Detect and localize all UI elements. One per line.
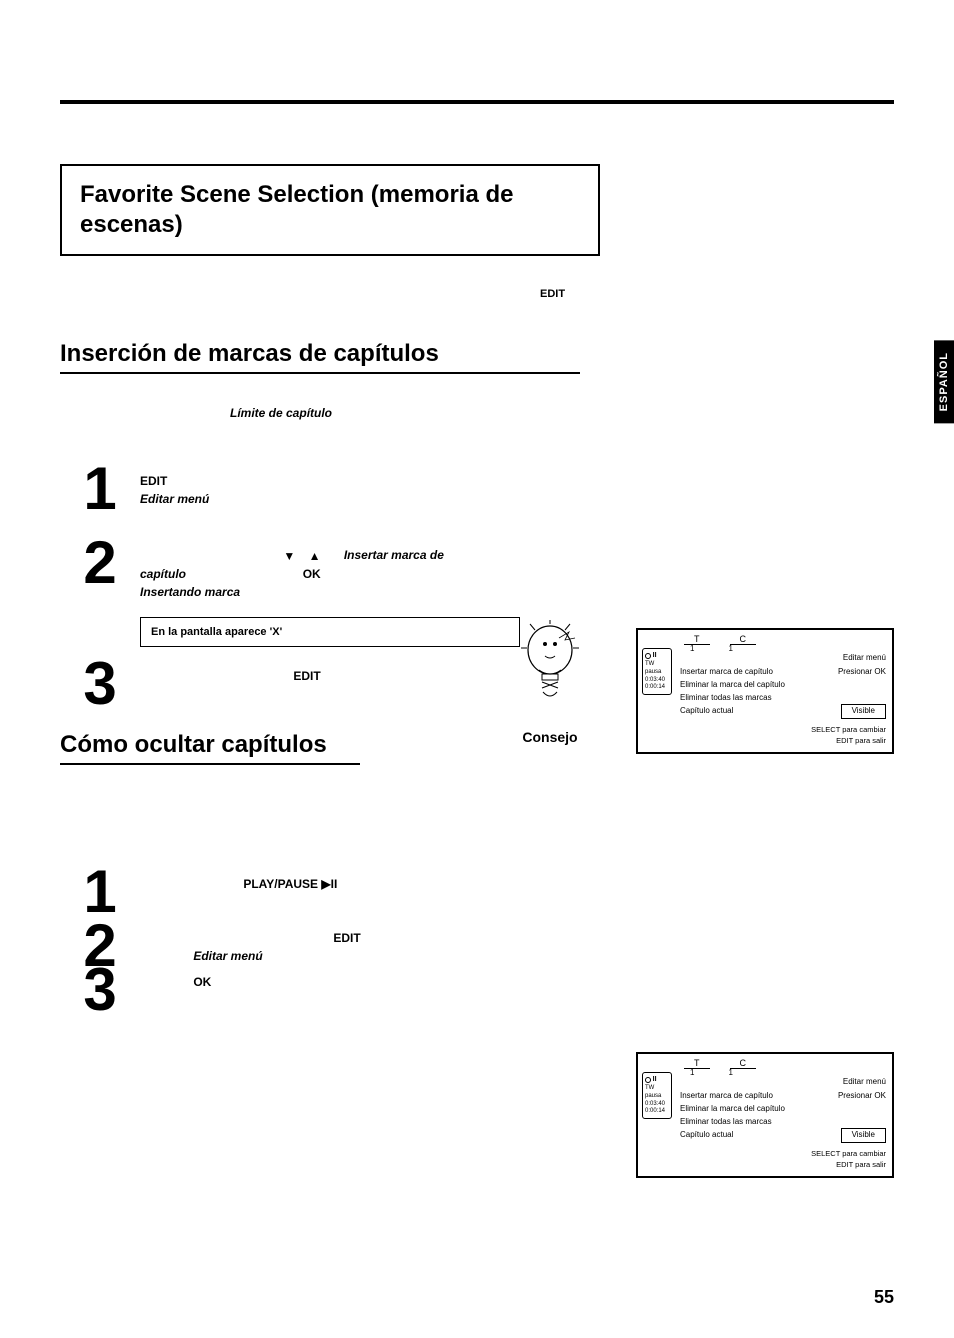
step-number: 2 xyxy=(60,536,140,590)
osd-header: T C xyxy=(644,634,886,644)
osd-t-label: T xyxy=(684,634,710,645)
ok-key: OK xyxy=(193,975,211,989)
step-number: 3 xyxy=(60,657,140,711)
limit-line: Límite de capítulo xyxy=(230,404,894,422)
play-pause-key: PLAY/PAUSE xyxy=(243,877,318,891)
tip-block: Consejo xyxy=(500,620,600,745)
osd-left-status: II TW pausa 0:03:40 0:00:14 xyxy=(642,648,672,695)
step-body: EDIT Editar menú xyxy=(140,462,894,508)
hide-step-3: 3 OK xyxy=(60,963,894,1017)
osd-r2: Eliminar la marca del capítulo xyxy=(680,679,886,692)
osd-subtitle: Editar menú xyxy=(680,1077,886,1086)
insertando-label: Insertando marca xyxy=(140,585,240,599)
pause-icon: II xyxy=(653,651,657,660)
osd-panel-1: T C 1 1 II TW pausa 0:03:40 0:00:14 Edit… xyxy=(636,628,894,754)
osd-r1-action: Presionar OK xyxy=(838,1090,886,1103)
osd-panel-2: T C 1 1 II TW pausa 0:03:40 0:00:14 Edit… xyxy=(636,1052,894,1178)
editar-menu-label: Editar menú xyxy=(193,949,262,963)
section-2-title: Cómo ocultar capítulos xyxy=(60,731,360,765)
osd-footer: SELECT para cambiar EDIT para salir xyxy=(680,1149,886,1170)
osd-f1: SELECT para cambiar xyxy=(680,1149,886,1160)
step-number: 3 xyxy=(60,963,140,1017)
insertar-marca-label: Insertar marca de xyxy=(344,548,444,562)
editar-menu-label: Editar menú xyxy=(140,492,209,506)
step-body: OK xyxy=(140,963,894,991)
osd-left-status: II TW pausa 0:03:40 0:00:14 xyxy=(642,1072,672,1119)
osd-time2: 0:00:14 xyxy=(645,1108,665,1114)
osd-subtitle: Editar menú xyxy=(680,653,886,662)
osd-r2: Eliminar la marca del capítulo xyxy=(680,1103,886,1116)
osd-tw: TW pausa xyxy=(645,1085,661,1099)
language-tab: ESPAÑOL xyxy=(934,340,954,423)
capitulo-label: capítulo xyxy=(140,567,186,581)
limit-label: Límite de capítulo xyxy=(230,406,332,420)
down-triangle-icon: ▼ xyxy=(283,547,295,565)
osd-c-label: C xyxy=(730,1058,757,1069)
osd-c-value: 1 xyxy=(728,1068,732,1077)
osd-visible-box: Visible xyxy=(841,1128,886,1143)
edit-key: EDIT xyxy=(140,474,167,488)
osd-header: T C xyxy=(644,1058,886,1068)
page-number: 55 xyxy=(874,1287,894,1308)
section-1-title: Inserción de marcas de capítulos xyxy=(60,340,580,374)
hide-step-1: 1 PLAY/PAUSE ▶II xyxy=(60,865,894,919)
osd-footer: SELECT para cambiar EDIT para salir xyxy=(680,725,886,746)
osd-r1: Insertar marca de capítulo xyxy=(680,666,773,679)
osd-t-label: T xyxy=(684,1058,710,1069)
osd-time2: 0:00:14 xyxy=(645,684,665,690)
osd-r1: Insertar marca de capítulo xyxy=(680,1090,773,1103)
note-box: En la pantalla aparece 'X' xyxy=(140,617,520,648)
edit-key: EDIT xyxy=(333,931,360,945)
step-body: EDIT Editar menú xyxy=(140,919,894,965)
record-dot-icon xyxy=(645,1077,651,1083)
ok-key: OK xyxy=(303,567,321,581)
osd-f1: SELECT para cambiar xyxy=(680,725,886,736)
osd-t-value: 1 xyxy=(690,1068,694,1077)
osd-time1: 0:03:40 xyxy=(645,677,665,683)
pause-icon: II xyxy=(653,1075,657,1084)
osd-r4: Capítulo actual xyxy=(680,1129,733,1142)
consejo-label: Consejo xyxy=(500,729,600,745)
page-title: Favorite Scene Selection (memoria de esc… xyxy=(80,181,514,238)
osd-r4: Capítulo actual xyxy=(680,705,733,718)
osd-body: Insertar marca de capítulo Presionar OK E… xyxy=(680,666,886,719)
top-rule xyxy=(60,100,894,104)
step-number: 1 xyxy=(60,865,140,919)
osd-f2: EDIT para salir xyxy=(680,736,886,747)
edit-key: EDIT xyxy=(293,669,320,683)
osd-visible-box: Visible xyxy=(841,704,886,719)
osd-f2: EDIT para salir xyxy=(680,1160,886,1171)
page-title-box: Favorite Scene Selection (memoria de esc… xyxy=(60,164,600,256)
record-dot-icon xyxy=(645,653,651,659)
step-number: 1 xyxy=(60,462,140,516)
note-text: En la pantalla aparece 'X' xyxy=(151,626,282,638)
osd-r3: Eliminar todas las marcas xyxy=(680,692,886,705)
step-body: PLAY/PAUSE ▶II xyxy=(140,865,894,893)
osd-t-value: 1 xyxy=(690,644,694,653)
step-body: ▼ ▲ Insertar marca de capítulo OK Insert… xyxy=(140,536,520,647)
intro-line: EDIT xyxy=(540,286,894,300)
up-triangle-icon: ▲ xyxy=(309,547,321,565)
lightbulb-icon xyxy=(515,620,585,720)
osd-tw: TW pausa xyxy=(645,661,661,675)
osd-c-label: C xyxy=(730,634,757,645)
osd-body: Insertar marca de capítulo Presionar OK E… xyxy=(680,1090,886,1143)
osd-r1-action: Presionar OK xyxy=(838,666,886,679)
osd-c-value: 1 xyxy=(728,644,732,653)
play-pause-icon: ▶II xyxy=(321,877,337,891)
osd-r3: Eliminar todas las marcas xyxy=(680,1116,886,1129)
edit-key: EDIT xyxy=(540,288,565,300)
step-1: 1 EDIT Editar menú xyxy=(60,462,894,516)
osd-time1: 0:03:40 xyxy=(645,1101,665,1107)
